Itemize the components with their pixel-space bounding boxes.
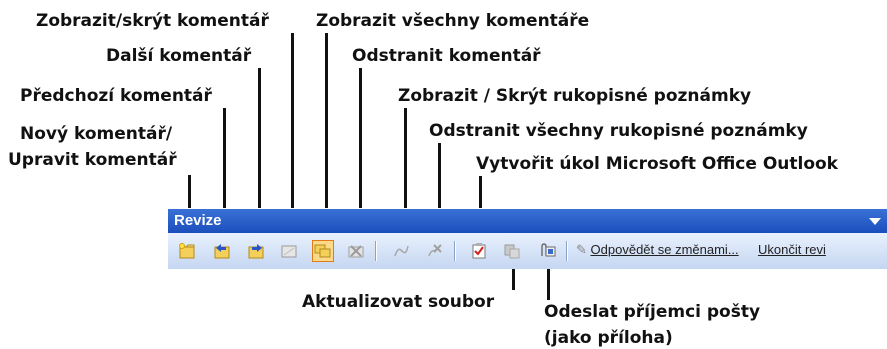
new-comment-button[interactable] <box>176 240 198 262</box>
callout-next-comment: Další komentář <box>106 46 252 66</box>
show-hide-ink-icon <box>394 245 409 257</box>
create-outlook-task-button[interactable] <box>468 240 490 262</box>
show-hide-ink-button[interactable] <box>390 240 412 262</box>
callout-show-all-comments: Zobrazit všechny komentáře <box>316 11 590 31</box>
outlook-task-icon <box>472 243 486 259</box>
toolbar-options-icon[interactable] <box>869 218 881 225</box>
show-all-comments-button[interactable] <box>312 240 334 262</box>
previous-comment-button[interactable] <box>211 240 233 262</box>
reply-with-changes-label: Odpovědět se změnami... <box>590 242 739 257</box>
callout-send-to-mail-line2: (jako příloha) <box>544 328 673 348</box>
callout-new-comment-line2: Upravit komentář <box>8 150 177 170</box>
leader-next-comment <box>258 68 261 230</box>
end-review-label: Ukončit revi <box>758 242 826 257</box>
leader-send-mail <box>547 266 550 300</box>
leader-show-hide-comment <box>291 33 294 230</box>
update-file-icon <box>504 244 520 259</box>
callout-show-hide-comment: Zobrazit/skrýt komentář <box>36 11 269 31</box>
callout-delete-all-ink: Odstranit všechny rukopisné poznámky <box>429 121 808 141</box>
show-hide-comment-icon <box>281 245 297 258</box>
reply-icon: ✎ <box>576 242 587 257</box>
callout-show-hide-ink: Zobrazit / Skrýt rukopisné poznámky <box>398 86 752 106</box>
show-all-comments-icon <box>314 244 331 258</box>
delete-comment-icon <box>348 245 364 258</box>
delete-all-ink-button[interactable] <box>424 240 446 262</box>
callout-update-file: Aktualizovat soubor <box>302 292 495 312</box>
mail-attachment-icon <box>541 243 556 257</box>
reply-with-changes-link[interactable]: ✎ Odpovědět se změnami... <box>576 242 739 258</box>
toolbar-separator <box>375 241 377 261</box>
toolbar-separator <box>566 241 568 261</box>
update-file-button[interactable] <box>501 240 523 262</box>
send-to-mail-button[interactable] <box>536 240 558 262</box>
delete-all-ink-icon <box>428 244 442 257</box>
leader-delete-comment <box>359 68 362 230</box>
callout-new-comment-line1: Nový komentář/ <box>20 124 173 144</box>
next-comment-icon <box>248 244 264 259</box>
callout-create-outlook-task: Vytvořit úkol Microsoft Office Outlook <box>476 154 838 174</box>
leader-show-all-comments <box>325 33 328 230</box>
toolbar-separator <box>454 241 456 261</box>
toolbar-buttons-row: ✎ Odpovědět se změnami... Ukončit revi <box>168 233 887 269</box>
callout-previous-comment: Předchozí komentář <box>20 86 212 106</box>
end-review-link[interactable]: Ukončit revi <box>758 242 826 257</box>
callout-send-to-mail-line1: Odeslat příjemci pošty <box>544 302 761 322</box>
new-comment-icon <box>179 243 195 259</box>
toolbar-title-bar[interactable]: Revize <box>168 209 887 233</box>
show-hide-comment-button[interactable] <box>278 240 300 262</box>
next-comment-button[interactable] <box>245 240 267 262</box>
previous-comment-icon <box>214 244 230 259</box>
leader-update-file <box>512 266 515 290</box>
revize-toolbar: Revize ✎ Odpovědět se změnami... Ukončit… <box>168 208 887 269</box>
delete-comment-button[interactable] <box>345 240 367 262</box>
toolbar-title: Revize <box>174 212 222 229</box>
callout-delete-comment: Odstranit komentář <box>352 46 541 66</box>
